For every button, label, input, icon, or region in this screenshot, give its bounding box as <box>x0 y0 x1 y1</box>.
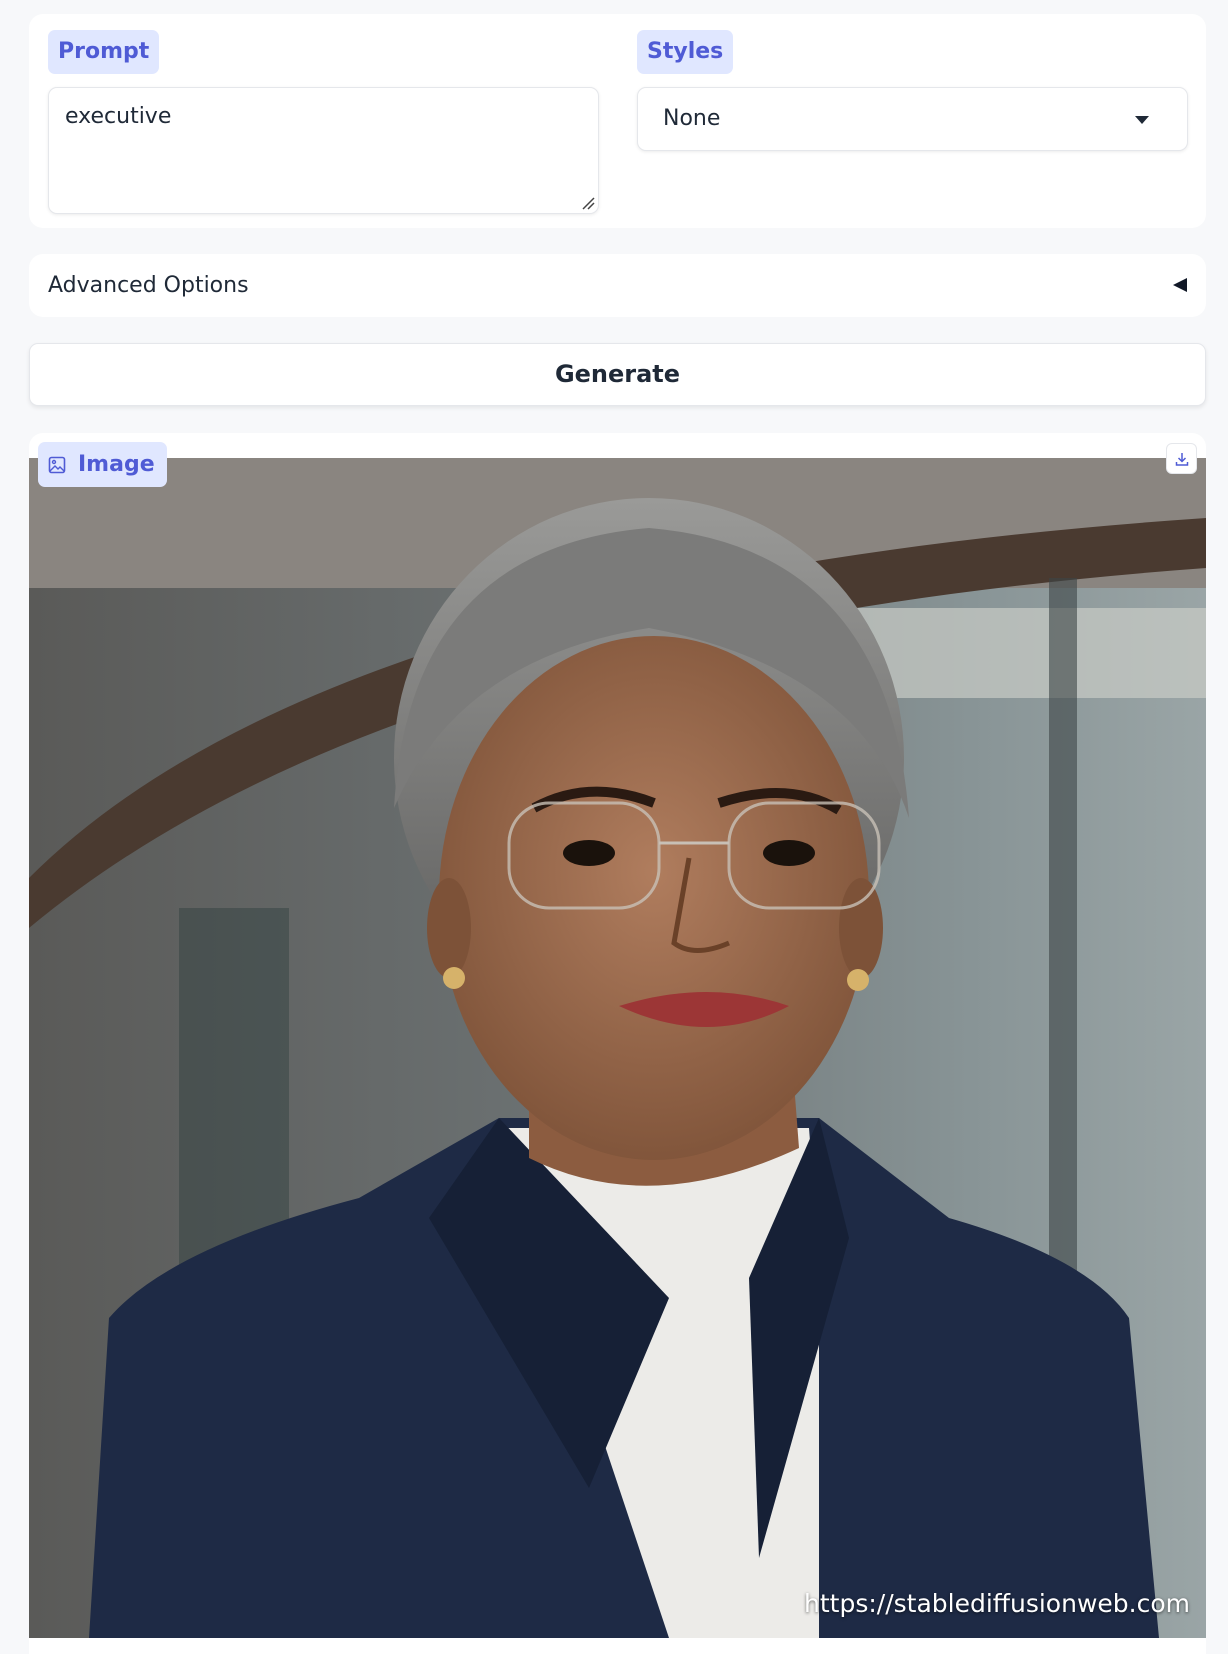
download-button[interactable] <box>1166 443 1197 474</box>
prompt-label: Prompt <box>48 30 160 74</box>
styles-dropdown[interactable]: None <box>637 87 1188 151</box>
advanced-options-label: Advanced Options <box>48 273 249 298</box>
generate-button[interactable]: Generate <box>29 343 1206 406</box>
image-label-chip: Image <box>38 442 167 487</box>
watermark-text: https://stablediffusionweb.com <box>804 1589 1190 1618</box>
image-label: Image <box>78 452 155 477</box>
download-icon <box>1175 452 1188 466</box>
caret-down-icon <box>1135 116 1149 124</box>
prompt-textarea[interactable]: executive <box>48 87 599 214</box>
output-image-panel: Image https://stablediffusionweb.com <box>29 433 1206 1654</box>
caret-left-icon <box>1173 278 1187 292</box>
generated-portrait-image: https://stablediffusionweb.com <box>29 458 1206 1638</box>
image-icon <box>48 456 66 473</box>
advanced-options-accordion[interactable]: Advanced Options <box>29 254 1206 317</box>
prompt-styles-panel: Prompt executive Styles None <box>29 14 1206 228</box>
portrait-illustration <box>29 458 1206 1638</box>
prompt-text: executive <box>65 104 172 129</box>
styles-label: Styles <box>637 30 734 74</box>
resize-grip-icon[interactable] <box>581 196 595 210</box>
styles-selected-value: None <box>663 106 721 131</box>
